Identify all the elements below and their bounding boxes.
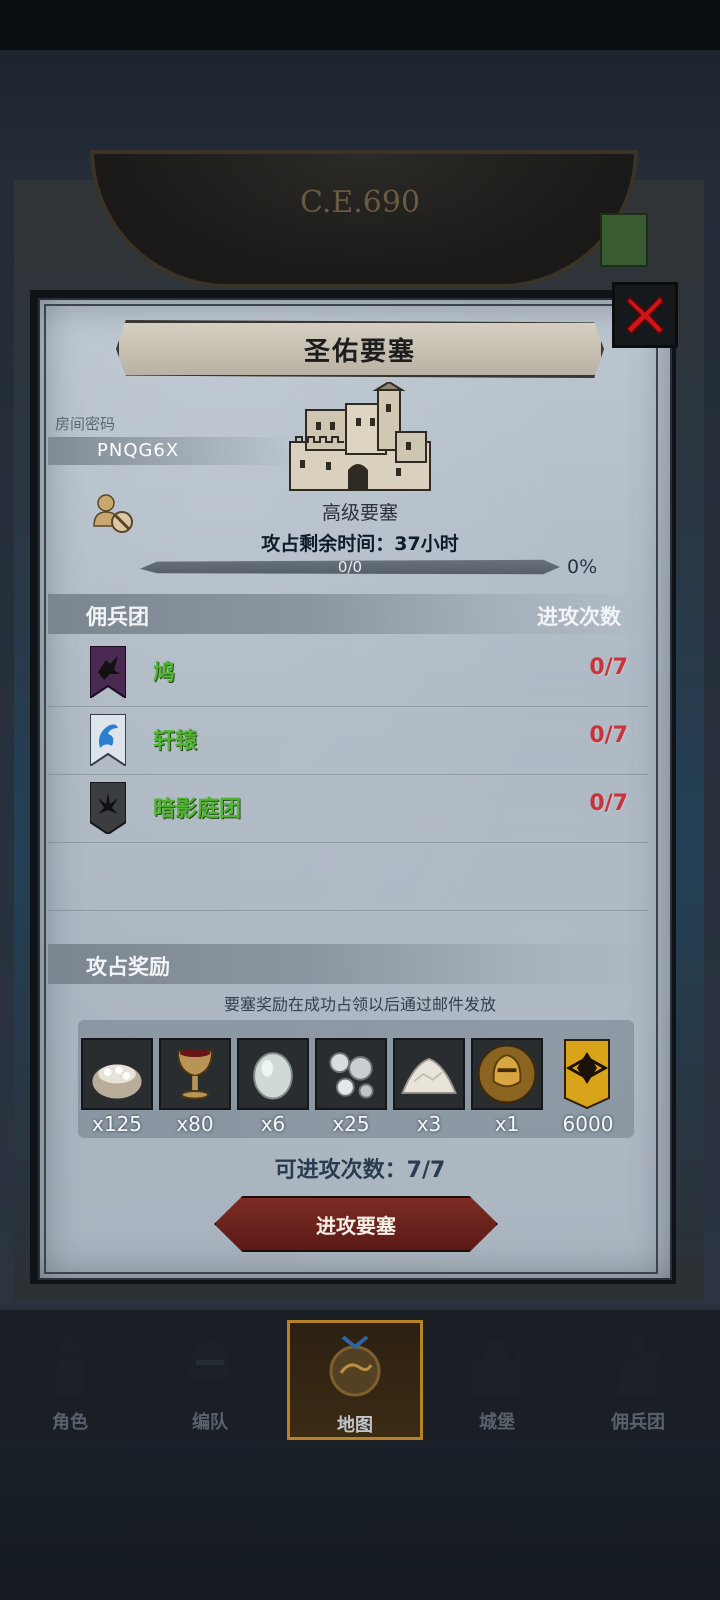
reward-quantity: x6 bbox=[260, 1112, 286, 1136]
time-label: 攻占剩余时间： bbox=[261, 533, 395, 555]
reward-item[interactable] bbox=[159, 1038, 231, 1110]
reward-note: 要塞奖励在成功占领以后通过邮件发放 bbox=[223, 995, 496, 1014]
tab-formation[interactable]: 编队 bbox=[145, 1320, 275, 1440]
fortress-type: 高级要塞 bbox=[321, 502, 398, 524]
mercenary-name: 轩辕 bbox=[153, 729, 198, 754]
tab-label: 城堡 bbox=[479, 1412, 515, 1433]
dragon-banner-icon bbox=[90, 714, 126, 766]
tab-map[interactable]: 地图 bbox=[287, 1320, 423, 1440]
capture-time-remaining: 攻占剩余时间：37小时 bbox=[0, 529, 720, 556]
mercenary-row[interactable]: 暗影庭团 0/7 bbox=[48, 774, 648, 843]
close-icon bbox=[625, 295, 665, 335]
map-dragon-icon bbox=[329, 1335, 381, 1397]
tab-label: 编队 bbox=[192, 1412, 228, 1433]
knight-icon bbox=[54, 1336, 86, 1396]
silver-ore-icon bbox=[329, 1052, 374, 1099]
mercenary-row[interactable]: 轩辕 0/7 bbox=[48, 706, 648, 775]
mercenary-name: 暗影庭团 bbox=[153, 797, 242, 822]
attack-count-header: 进攻次数 bbox=[537, 605, 621, 629]
shadow-banner-icon bbox=[90, 782, 126, 834]
reward-quantity: x25 bbox=[332, 1112, 370, 1136]
mercenary-attack-count: 0/7 bbox=[589, 723, 628, 748]
tab-label: 佣兵团 bbox=[611, 1412, 665, 1433]
progress-text: 0/0 bbox=[337, 558, 363, 576]
reward-item[interactable] bbox=[315, 1038, 387, 1110]
mercenary-section-title: 佣兵团 bbox=[86, 605, 149, 629]
horse-knight-icon bbox=[616, 1336, 660, 1396]
raven-banner-icon bbox=[90, 646, 126, 698]
reward-item[interactable] bbox=[81, 1038, 153, 1110]
title-plate: 圣佑要塞 bbox=[116, 320, 604, 378]
goblet-icon bbox=[177, 1049, 213, 1100]
empty-mercenary-slot bbox=[48, 842, 648, 911]
time-value: 37小时 bbox=[394, 533, 459, 555]
tab-mercenary[interactable]: 佣兵团 bbox=[573, 1320, 703, 1440]
reward-item[interactable] bbox=[393, 1038, 465, 1110]
room-code-label: 房间密码 bbox=[55, 415, 116, 433]
attack-button-label: 进攻要塞 bbox=[316, 1213, 396, 1238]
flour-sack-icon bbox=[92, 1064, 142, 1099]
tab-character[interactable]: 角色 bbox=[5, 1320, 135, 1440]
tab-label: 角色 bbox=[52, 1412, 88, 1433]
rank-badge-icon[interactable] bbox=[563, 1038, 611, 1110]
reward-quantity: x80 bbox=[176, 1112, 214, 1136]
map-flag-icon bbox=[600, 213, 648, 267]
mercenary-attack-count: 0/7 bbox=[589, 655, 628, 680]
salt-pile-icon bbox=[401, 1057, 457, 1094]
knight-helmet-icon bbox=[477, 1044, 537, 1104]
mercenary-row[interactable]: 鸠 0/7 bbox=[48, 638, 648, 707]
gem-egg-icon bbox=[253, 1052, 293, 1100]
mercenary-attack-count: 0/7 bbox=[589, 791, 628, 816]
tab-castle[interactable]: 城堡 bbox=[432, 1320, 562, 1440]
attacks-remaining: 可进攻次数：7/7 bbox=[274, 1158, 446, 1183]
reward-section-title: 攻占奖励 bbox=[86, 955, 170, 979]
mercenary-name: 鸠 bbox=[153, 661, 176, 686]
helmet-icon bbox=[189, 1340, 231, 1380]
reward-item[interactable] bbox=[471, 1038, 543, 1110]
reward-quantity: x3 bbox=[416, 1112, 442, 1136]
reward-item[interactable] bbox=[237, 1038, 309, 1110]
close-button[interactable] bbox=[612, 282, 678, 348]
room-code: PNQG6X bbox=[97, 440, 180, 461]
progress-percent: 0% bbox=[567, 556, 598, 578]
reward-quantity: x125 bbox=[91, 1112, 142, 1136]
reward-quantity: x1 bbox=[494, 1112, 520, 1136]
fortress-image bbox=[289, 382, 431, 491]
tab-label: 地图 bbox=[337, 1415, 373, 1436]
castle-icon bbox=[472, 1340, 522, 1396]
reward-quantity: 6000 bbox=[562, 1112, 614, 1136]
attack-fortress-button[interactable]: 进攻要塞 bbox=[214, 1196, 498, 1252]
dialog-title: 圣佑要塞 bbox=[303, 336, 416, 367]
